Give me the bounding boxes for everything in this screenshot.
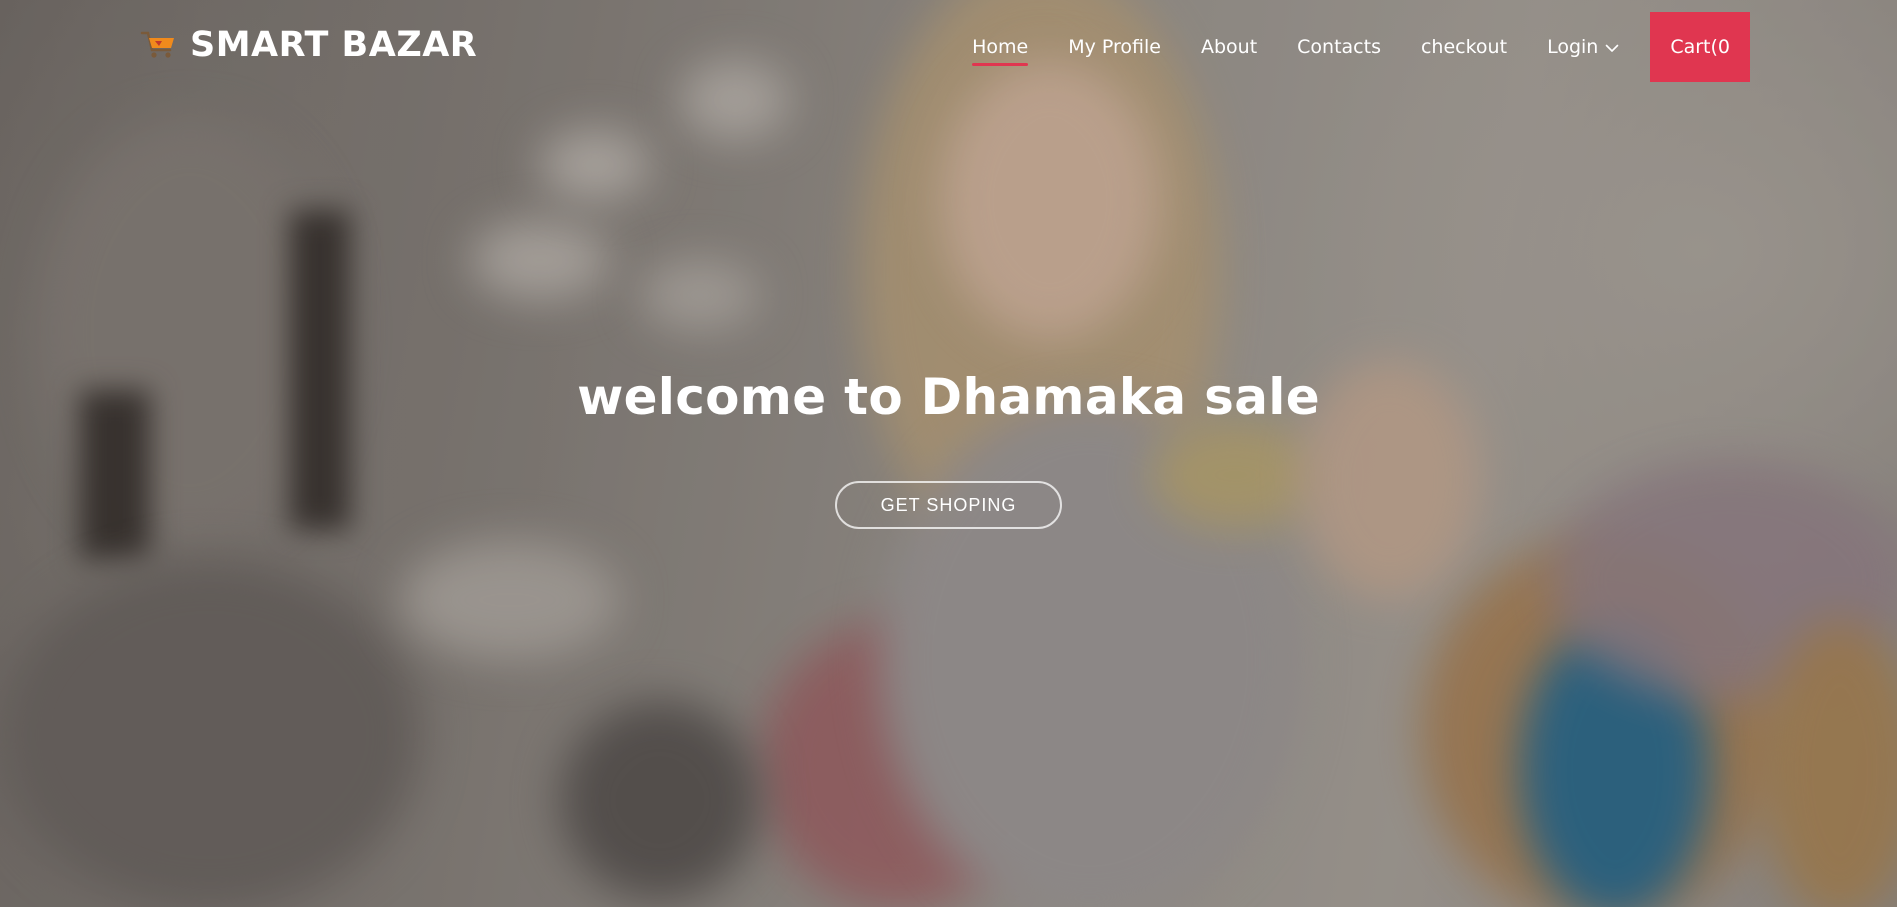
site-header: SMART BAZAR Home My Profile About Contac… <box>0 0 1897 92</box>
chevron-down-icon <box>1605 36 1619 58</box>
nav-home[interactable]: Home <box>972 26 1029 68</box>
nav-my-profile[interactable]: My Profile <box>1068 26 1161 68</box>
nav-checkout[interactable]: checkout <box>1421 26 1507 68</box>
main-nav: Home My Profile About Contacts checkout … <box>932 12 1750 82</box>
nav-login-label: Login <box>1547 36 1599 58</box>
cart-button[interactable]: Cart(0 <box>1650 12 1750 82</box>
shopping-cart-logo-icon <box>140 30 178 60</box>
nav-contacts[interactable]: Contacts <box>1297 26 1381 68</box>
nav-login-dropdown[interactable]: Login <box>1547 26 1619 68</box>
brand-logo-link[interactable]: SMART BAZAR <box>140 22 477 68</box>
hero-title: welcome to Dhamaka sale <box>577 368 1320 426</box>
hero-background-image <box>0 0 1897 907</box>
get-shopping-button[interactable]: GET SHOPING <box>835 481 1062 529</box>
nav-about[interactable]: About <box>1201 26 1257 68</box>
brand-name: SMART BAZAR <box>190 25 478 65</box>
